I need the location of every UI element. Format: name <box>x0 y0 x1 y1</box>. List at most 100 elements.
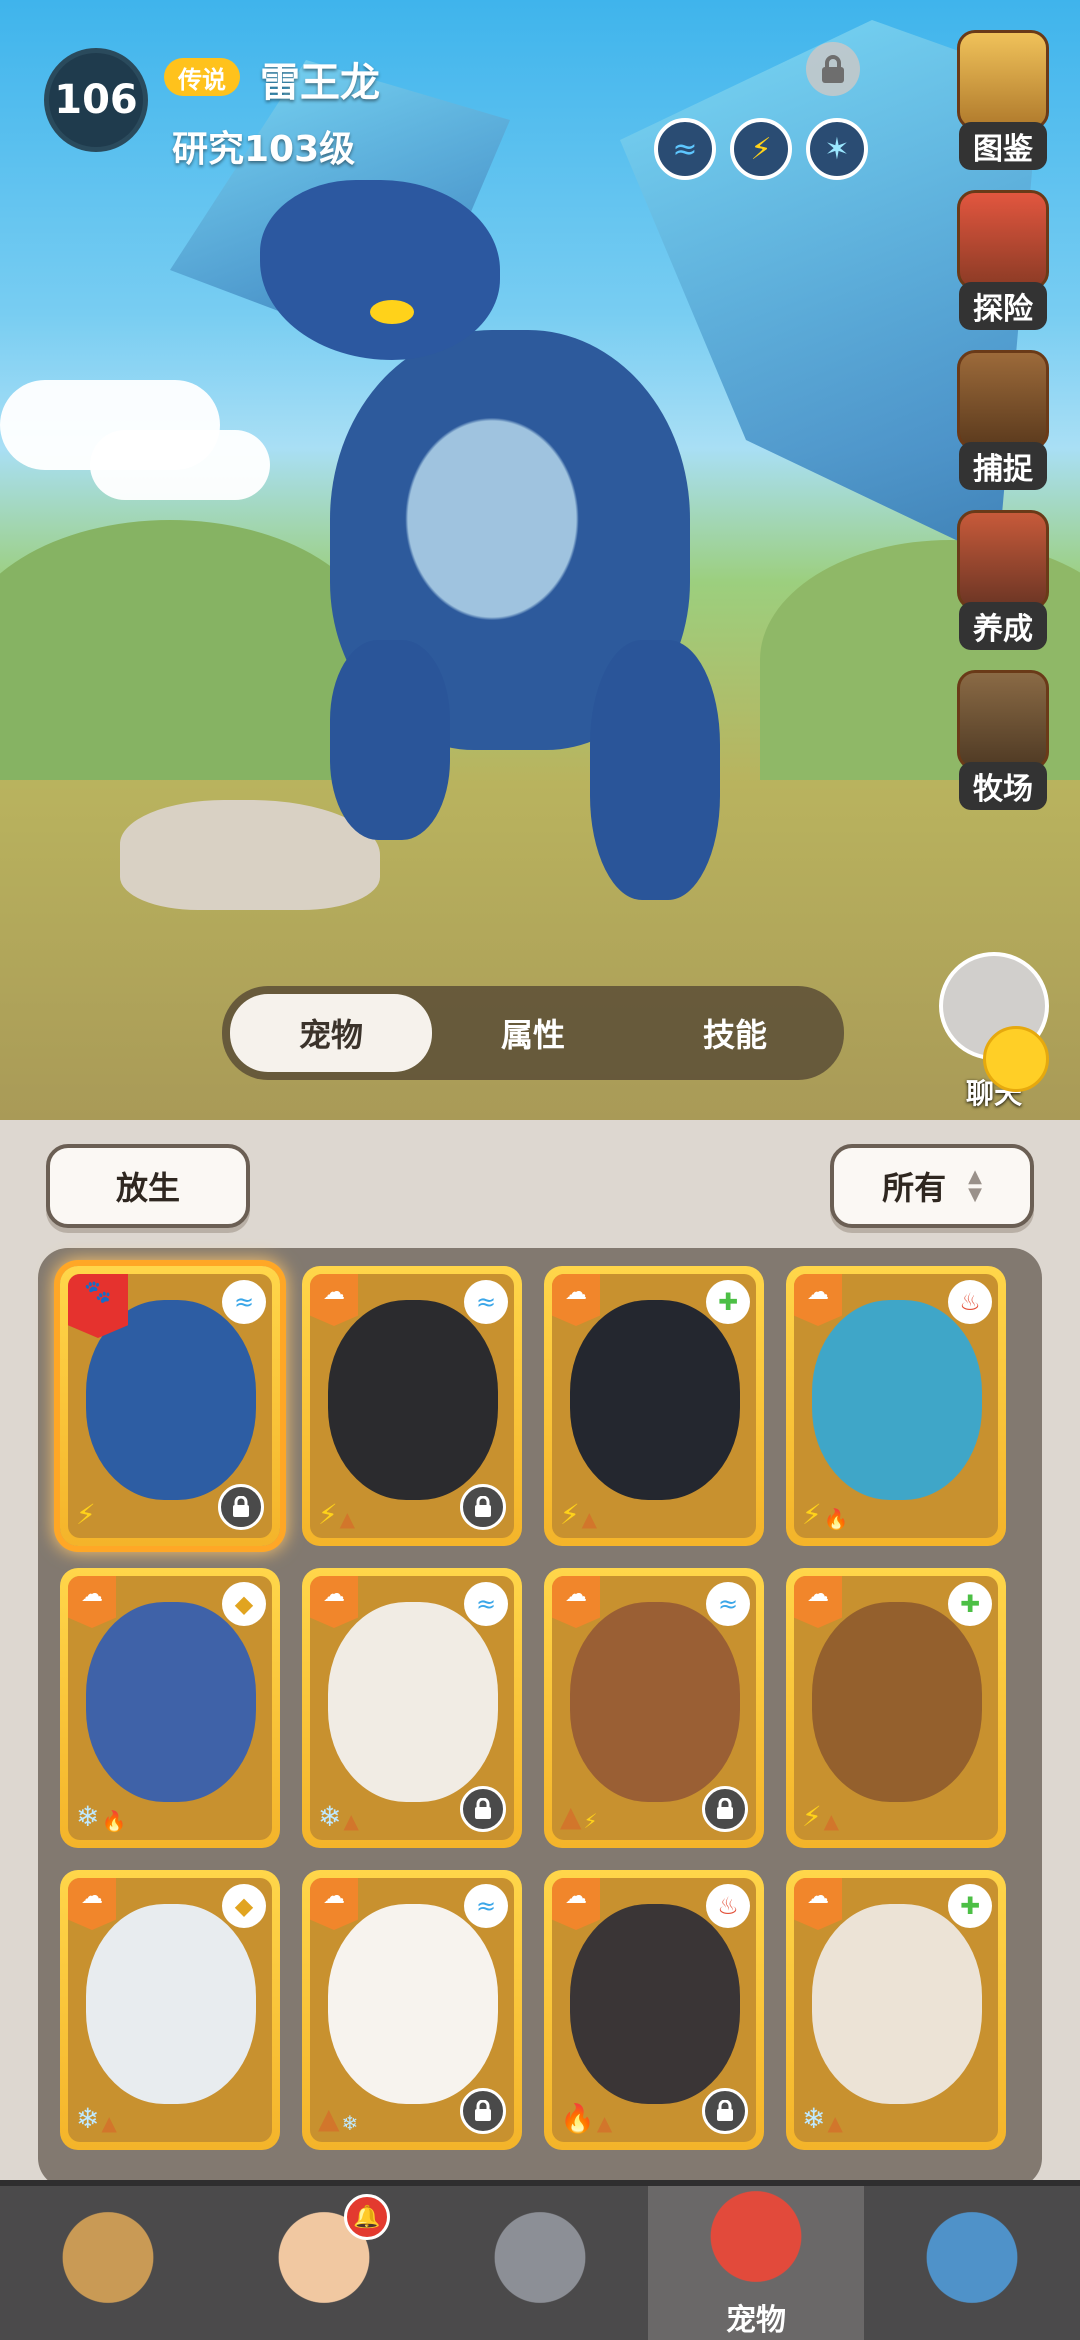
lightning-icon: ⚡ <box>76 1498 96 1531</box>
pet-portrait <box>812 1300 982 1500</box>
fire-icon: 🔥 <box>560 2102 595 2135</box>
side-menu-label: 探险 <box>959 282 1047 330</box>
trait-icons: ▲ ⚡ <box>560 1802 598 1833</box>
pet-portrait <box>86 1602 256 1802</box>
water-element-icon: ≈ <box>464 1884 508 1928</box>
smiley-icon <box>983 1026 1049 1092</box>
fire-icon: 🔥 <box>101 1809 127 1833</box>
side-menu-label: 捕捉 <box>959 442 1047 490</box>
lightning-icon: ⚡ <box>318 1498 338 1531</box>
water-element-icon: ≈ <box>464 1582 508 1626</box>
pet-card-body: ☁ ✚ ⚡ ▲ <box>794 1576 998 1840</box>
filter-value: 所有 <box>882 1169 947 1207</box>
trait-icons: ⚡ ▲ <box>802 1802 839 1833</box>
trait-icons: ⚡ ▲ <box>560 1498 598 1531</box>
pet-card-blue-raptor[interactable]: ☁ ♨ ⚡ 🔥 <box>786 1266 1006 1546</box>
breed-icon <box>957 510 1049 610</box>
dragon-leg <box>590 640 720 900</box>
trait-icons: 🔥 ▲ <box>560 2102 613 2135</box>
pet-card-frost-wolf[interactable]: ☁ ◆ ❄ 🔥 <box>60 1568 280 1848</box>
filter-dropdown[interactable]: 所有 ▲ ▼ <box>830 1144 1034 1228</box>
fire-icon: 🔥 <box>823 1507 849 1531</box>
pets-icon <box>701 2187 811 2297</box>
pet-name: 雷王龙 <box>260 60 380 106</box>
side-menu-capture[interactable]: 捕捉 <box>948 350 1058 510</box>
pet-portrait <box>86 1904 256 2104</box>
type-icon: ☁ <box>310 1274 358 1326</box>
rarity-badge: 传说 <box>164 58 240 96</box>
battle-icon <box>485 2208 595 2318</box>
side-menu-adventure[interactable]: 探险 <box>948 190 1058 350</box>
pet-card-body: ☁ ♨ 🔥 ▲ <box>552 1878 756 2142</box>
trait-icons: ❄ ▲ <box>802 2102 843 2135</box>
side-menu: 图鉴 探险 捕捉 养成 牧场 <box>948 30 1058 830</box>
trait-icons: ⚡ 🔥 <box>802 1500 849 1531</box>
tab-skills[interactable]: 技能 <box>634 994 836 1072</box>
pet-portrait <box>328 1602 498 1802</box>
snowflake-icon: ❄ <box>318 1800 342 1833</box>
trait-icons: ❄ ▲ <box>76 2104 117 2135</box>
pet-card-body: ☁ ✚ ❄ ▲ <box>794 1878 998 2142</box>
side-menu-breed[interactable]: 养成 <box>948 510 1058 670</box>
wind-icon[interactable]: ✶ <box>806 118 868 180</box>
nav-battle[interactable] <box>432 2186 648 2340</box>
dragon-head <box>260 180 500 360</box>
trait-icons: ❄ ▲ <box>318 1800 359 1833</box>
side-menu-ranch[interactable]: 牧场 <box>948 670 1058 830</box>
type-icon: ☁ <box>794 1576 842 1628</box>
lock-icon <box>702 2088 748 2134</box>
side-menu-collection[interactable]: 图鉴 <box>948 30 1058 190</box>
snowflake-icon: ❄ <box>802 2102 826 2135</box>
type-icon: ☁ <box>794 1274 842 1326</box>
water-icon[interactable]: ≈ <box>654 118 716 180</box>
lock-button[interactable] <box>806 42 860 96</box>
release-button[interactable]: 放生 <box>46 1144 250 1228</box>
chat-button[interactable]: 聊天 <box>934 952 1054 1112</box>
pet-card-fluffy-bird[interactable]: ☁ ≈ ▲ ❄ <box>302 1870 522 2150</box>
pet-card-body: ☁ ♨ ⚡ 🔥 <box>794 1274 998 1538</box>
pet-card-black-whale[interactable]: ☁ ✚ ⚡ ▲ <box>544 1266 764 1546</box>
pet-card-white-llama[interactable]: ☁ ≈ ❄ ▲ <box>302 1568 522 1848</box>
book-icon <box>957 30 1049 130</box>
tab-pet[interactable]: 宠物 <box>230 994 432 1072</box>
fire-element-icon: ♨ <box>948 1280 992 1324</box>
terrain-icon: ▲ <box>596 2111 613 2135</box>
trait-icons: ❄ 🔥 <box>76 1802 127 1833</box>
pet-card-lava-dragon[interactable]: ☁ ♨ 🔥 ▲ <box>544 1870 764 2150</box>
terrain-icon: ▲ <box>318 2102 340 2135</box>
chat-avatar <box>939 952 1049 1092</box>
earth-element-icon: ◆ <box>222 1884 266 1928</box>
trait-icons: ⚡ <box>76 1500 96 1530</box>
pet-grid: 🐾 ≈ ⚡ ☁ ≈ ⚡ ▲ ☁ ✚ ⚡ ▲ ☁ ♨ ⚡ 🔥 ☁ ◆ ❄ 🔥 ☁ ≈ ❄ ▲ ☁ ≈ ▲ ⚡ ☁ ✚ ⚡ ▲ ☁ ◆ ❄ ▲ ☁ ≈ ▲ ❄ ☁… <box>60 1266 1020 2150</box>
lightning-icon[interactable]: ⚡ <box>730 118 792 180</box>
dragon-eye <box>370 300 414 324</box>
pet-card-black-lightning-beast[interactable]: ☁ ≈ ⚡ ▲ <box>302 1266 522 1546</box>
pet-card-mountain-goat[interactable]: ☁ ✚ ❄ ▲ <box>786 1870 1006 2150</box>
pet-card-rhino-beast[interactable]: ☁ ✚ ⚡ ▲ <box>786 1568 1006 1848</box>
pet-portrait <box>328 1904 498 2104</box>
water-element-icon: ≈ <box>222 1280 266 1324</box>
pet-card-brown-sheep[interactable]: ☁ ≈ ▲ ⚡ <box>544 1568 764 1848</box>
type-icon: ☁ <box>310 1878 358 1930</box>
terrain-icon: ▲ <box>827 2111 843 2135</box>
lock-icon <box>460 1484 506 1530</box>
nav-pets[interactable]: 宠物 <box>648 2186 864 2340</box>
tab-attributes[interactable]: 属性 <box>432 994 634 1072</box>
dragon-leg <box>330 640 450 840</box>
terrain-icon: ▲ <box>581 1507 598 1531</box>
pet-card-body: ☁ ✚ ⚡ ▲ <box>552 1274 756 1538</box>
pet-card-white-yeti[interactable]: ☁ ◆ ❄ ▲ <box>60 1870 280 2150</box>
type-icon: ☁ <box>68 1576 116 1628</box>
side-menu-label: 养成 <box>959 602 1047 650</box>
nav-tribe[interactable] <box>0 2186 216 2340</box>
tribe-icon <box>53 2208 163 2318</box>
nav-portal[interactable] <box>864 2186 1080 2340</box>
lightning-icon: ⚡ <box>560 1498 580 1531</box>
nav-hero[interactable]: 🔔 <box>216 2186 432 2340</box>
lock-icon <box>822 55 844 83</box>
pet-card-body: ☁ ◆ ❄ 🔥 <box>68 1576 272 1840</box>
pet-card-thunder-dragon[interactable]: 🐾 ≈ ⚡ <box>60 1266 280 1546</box>
lightning-icon: ⚡ <box>583 1809 598 1833</box>
water-element-icon: ≈ <box>706 1582 750 1626</box>
pet-card-body: ☁ ◆ ❄ ▲ <box>68 1878 272 2142</box>
